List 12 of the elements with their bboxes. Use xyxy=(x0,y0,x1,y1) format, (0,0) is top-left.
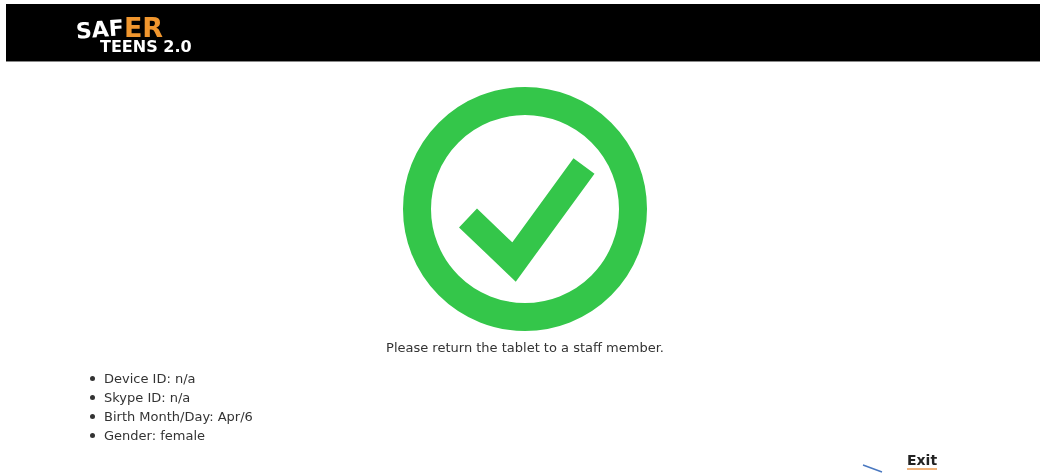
detail-text: Device ID: n/a xyxy=(104,371,196,386)
check-icon xyxy=(402,86,648,332)
detail-text: Birth Month/Day: Apr/6 xyxy=(104,409,253,424)
bullet-icon xyxy=(90,376,95,381)
detail-text: Skype ID: n/a xyxy=(104,390,191,405)
detail-text: Gender: female xyxy=(104,428,205,443)
bullet-icon xyxy=(90,414,95,419)
bullet-icon xyxy=(90,395,95,400)
message: Please return the tablet to a staff member. xyxy=(386,340,664,355)
logo: SAF ER TEENS 2.0 xyxy=(76,14,192,55)
exit-link[interactable]: Exit xyxy=(907,453,938,471)
bullet-icon xyxy=(90,433,95,438)
